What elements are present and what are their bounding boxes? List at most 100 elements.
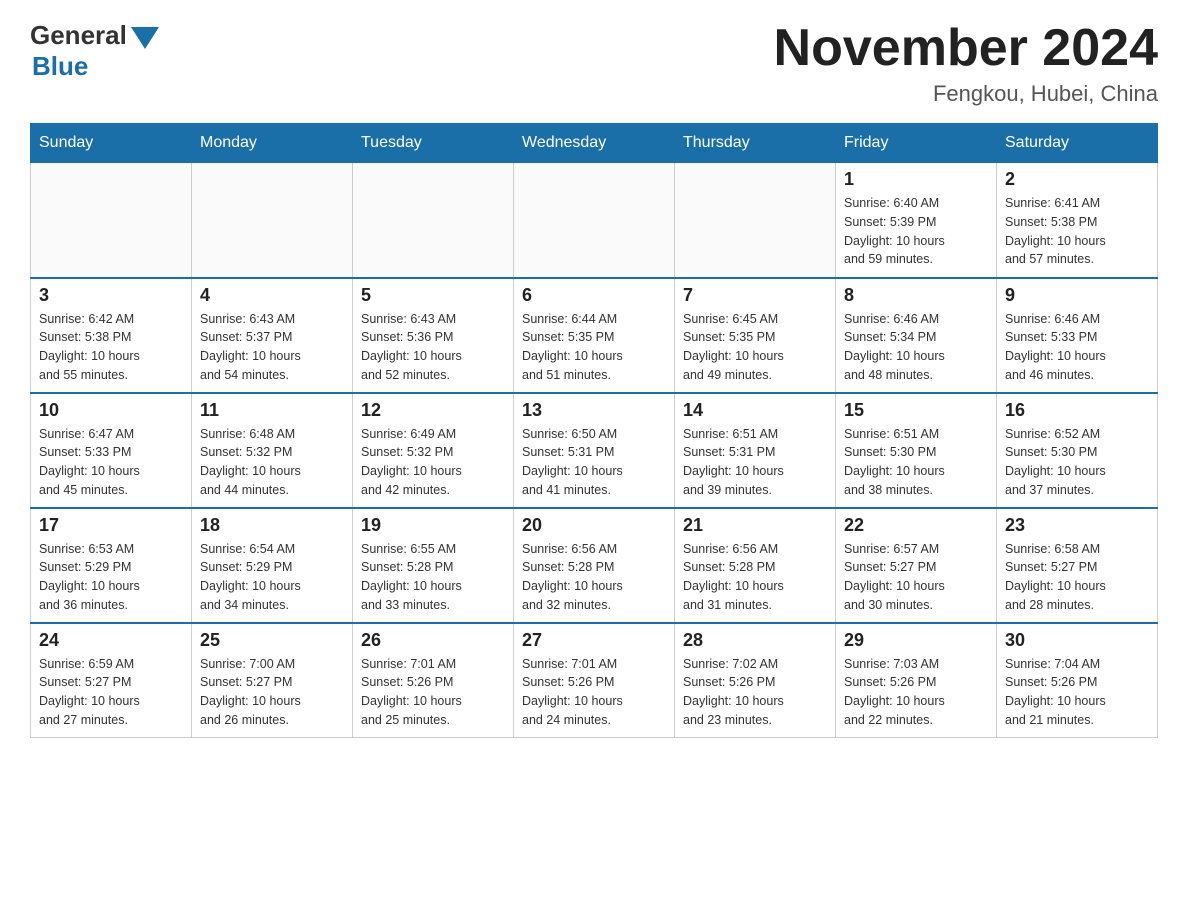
calendar-cell: 20Sunrise: 6:56 AM Sunset: 5:28 PM Dayli… [514,508,675,623]
day-number: 21 [683,515,827,536]
day-info: Sunrise: 6:53 AM Sunset: 5:29 PM Dayligh… [39,540,183,615]
weekday-header-wednesday: Wednesday [514,124,675,163]
weekday-header-monday: Monday [192,124,353,163]
day-number: 18 [200,515,344,536]
day-number: 11 [200,400,344,421]
calendar-cell [514,163,675,278]
title-area: November 2024 Fengkou, Hubei, China [774,20,1158,107]
calendar-cell: 29 Sunrise: 7:03 AM Sunset: 5:26 PM Dayli… [836,623,997,738]
calendar-cell: 11 Sunrise: 6:48 AM Sunset: 5:32 PM Dayli… [192,393,353,508]
calendar-cell: 16Sunrise: 6:52 AM Sunset: 5:30 PM Dayli… [997,393,1158,508]
logo-general-text: General [30,20,127,51]
calendar-cell [675,163,836,278]
calendar-cell: 21 Sunrise: 6:56 AM Sunset: 5:28 PM Dayli… [675,508,836,623]
day-number: 28 [683,630,827,651]
day-info: Sunrise: 6:43 AM Sunset: 5:36 PM Dayligh… [361,310,505,385]
day-info: Sunrise: 6:57 AM Sunset: 5:27 PM Dayligh… [844,540,988,615]
day-info: Sunrise: 7:03 AM Sunset: 5:26 PM Dayligh… [844,655,988,730]
weekday-header-row: SundayMondayTuesdayWednesdayThursdayFrid… [31,124,1158,163]
calendar-cell: 8Sunrise: 6:46 AM Sunset: 5:34 PM Daylig… [836,278,997,393]
weekday-header-saturday: Saturday [997,124,1158,163]
calendar-cell: 25 Sunrise: 7:00 AM Sunset: 5:27 PM Dayli… [192,623,353,738]
calendar-cell: 4 Sunrise: 6:43 AM Sunset: 5:37 PM Daylig… [192,278,353,393]
weekday-header-friday: Friday [836,124,997,163]
calendar-cell: 28 Sunrise: 7:02 AM Sunset: 5:26 PM Dayli… [675,623,836,738]
week-row-2: 3 Sunrise: 6:42 AM Sunset: 5:38 PM Daylig… [31,278,1158,393]
week-row-5: 24 Sunrise: 6:59 AM Sunset: 5:27 PM Dayli… [31,623,1158,738]
day-number: 2 [1005,169,1149,190]
day-number: 7 [683,285,827,306]
day-number: 4 [200,285,344,306]
day-info: Sunrise: 6:44 AM Sunset: 5:35 PM Dayligh… [522,310,666,385]
day-number: 12 [361,400,505,421]
day-info: Sunrise: 7:04 AM Sunset: 5:26 PM Dayligh… [1005,655,1149,730]
calendar-cell: 15Sunrise: 6:51 AM Sunset: 5:30 PM Dayli… [836,393,997,508]
day-number: 9 [1005,285,1149,306]
day-number: 6 [522,285,666,306]
calendar-cell [31,163,192,278]
calendar-cell: 22 Sunrise: 6:57 AM Sunset: 5:27 PM Dayli… [836,508,997,623]
day-info: Sunrise: 7:02 AM Sunset: 5:26 PM Dayligh… [683,655,827,730]
day-info: Sunrise: 6:51 AM Sunset: 5:30 PM Dayligh… [844,425,988,500]
day-number: 1 [844,169,988,190]
weekday-header-tuesday: Tuesday [353,124,514,163]
header: General Blue November 2024 Fengkou, Hube… [30,20,1158,107]
day-info: Sunrise: 6:48 AM Sunset: 5:32 PM Dayligh… [200,425,344,500]
calendar-cell [353,163,514,278]
day-number: 14 [683,400,827,421]
week-row-4: 17 Sunrise: 6:53 AM Sunset: 5:29 PM Dayli… [31,508,1158,623]
calendar-cell: 24 Sunrise: 6:59 AM Sunset: 5:27 PM Dayli… [31,623,192,738]
calendar-cell: 26 Sunrise: 7:01 AM Sunset: 5:26 PM Dayli… [353,623,514,738]
weekday-header-thursday: Thursday [675,124,836,163]
day-info: Sunrise: 6:46 AM Sunset: 5:33 PM Dayligh… [1005,310,1149,385]
day-info: Sunrise: 6:52 AM Sunset: 5:30 PM Dayligh… [1005,425,1149,500]
calendar-cell: 27Sunrise: 7:01 AM Sunset: 5:26 PM Dayli… [514,623,675,738]
location-title: Fengkou, Hubei, China [774,81,1158,107]
day-info: Sunrise: 6:54 AM Sunset: 5:29 PM Dayligh… [200,540,344,615]
calendar-cell: 5Sunrise: 6:43 AM Sunset: 5:36 PM Daylig… [353,278,514,393]
day-info: Sunrise: 6:56 AM Sunset: 5:28 PM Dayligh… [522,540,666,615]
calendar-cell: 17 Sunrise: 6:53 AM Sunset: 5:29 PM Dayli… [31,508,192,623]
day-number: 30 [1005,630,1149,651]
calendar-cell: 14Sunrise: 6:51 AM Sunset: 5:31 PM Dayli… [675,393,836,508]
day-number: 26 [361,630,505,651]
calendar-cell [192,163,353,278]
calendar-cell: 13 Sunrise: 6:50 AM Sunset: 5:31 PM Dayli… [514,393,675,508]
day-info: Sunrise: 7:01 AM Sunset: 5:26 PM Dayligh… [522,655,666,730]
day-number: 8 [844,285,988,306]
calendar-cell: 18 Sunrise: 6:54 AM Sunset: 5:29 PM Dayli… [192,508,353,623]
calendar-cell: 7 Sunrise: 6:45 AM Sunset: 5:35 PM Daylig… [675,278,836,393]
calendar-cell: 19Sunrise: 6:55 AM Sunset: 5:28 PM Dayli… [353,508,514,623]
day-info: Sunrise: 6:42 AM Sunset: 5:38 PM Dayligh… [39,310,183,385]
day-number: 23 [1005,515,1149,536]
day-info: Sunrise: 6:50 AM Sunset: 5:31 PM Dayligh… [522,425,666,500]
calendar-cell: 2Sunrise: 6:41 AM Sunset: 5:38 PM Daylig… [997,163,1158,278]
logo-triangle-icon [131,27,159,49]
day-number: 25 [200,630,344,651]
day-info: Sunrise: 6:45 AM Sunset: 5:35 PM Dayligh… [683,310,827,385]
logo: General Blue [30,20,159,82]
day-number: 22 [844,515,988,536]
day-number: 17 [39,515,183,536]
day-number: 19 [361,515,505,536]
calendar-cell: 10 Sunrise: 6:47 AM Sunset: 5:33 PM Dayli… [31,393,192,508]
week-row-3: 10 Sunrise: 6:47 AM Sunset: 5:33 PM Dayli… [31,393,1158,508]
day-info: Sunrise: 6:43 AM Sunset: 5:37 PM Dayligh… [200,310,344,385]
day-info: Sunrise: 6:59 AM Sunset: 5:27 PM Dayligh… [39,655,183,730]
day-info: Sunrise: 6:47 AM Sunset: 5:33 PM Dayligh… [39,425,183,500]
day-number: 10 [39,400,183,421]
calendar-cell: 23 Sunrise: 6:58 AM Sunset: 5:27 PM Dayli… [997,508,1158,623]
calendar-table: SundayMondayTuesdayWednesdayThursdayFrid… [30,123,1158,738]
day-number: 3 [39,285,183,306]
day-info: Sunrise: 6:58 AM Sunset: 5:27 PM Dayligh… [1005,540,1149,615]
day-number: 29 [844,630,988,651]
weekday-header-sunday: Sunday [31,124,192,163]
day-info: Sunrise: 6:56 AM Sunset: 5:28 PM Dayligh… [683,540,827,615]
calendar-cell: 30 Sunrise: 7:04 AM Sunset: 5:26 PM Dayli… [997,623,1158,738]
calendar-cell: 12Sunrise: 6:49 AM Sunset: 5:32 PM Dayli… [353,393,514,508]
day-number: 13 [522,400,666,421]
day-info: Sunrise: 7:01 AM Sunset: 5:26 PM Dayligh… [361,655,505,730]
day-number: 24 [39,630,183,651]
day-info: Sunrise: 6:40 AM Sunset: 5:39 PM Dayligh… [844,194,988,269]
day-info: Sunrise: 7:00 AM Sunset: 5:27 PM Dayligh… [200,655,344,730]
